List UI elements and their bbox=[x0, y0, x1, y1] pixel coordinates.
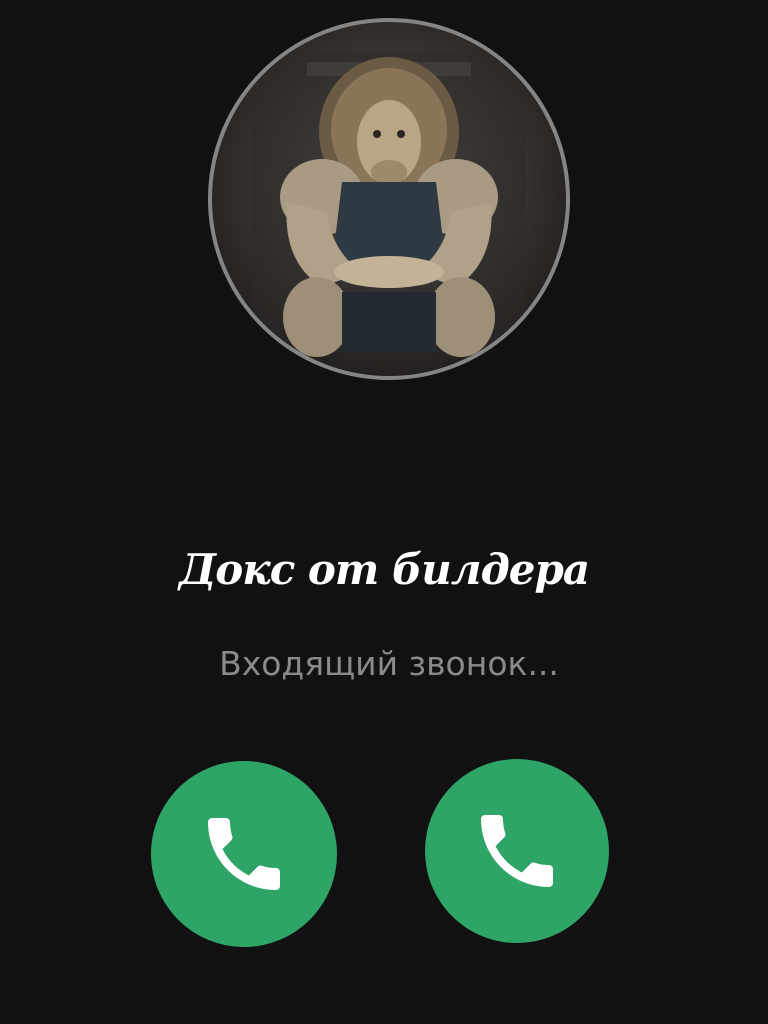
answer-call-button[interactable] bbox=[151, 761, 337, 947]
answer-call-button-secondary[interactable] bbox=[425, 759, 609, 943]
caller-avatar bbox=[208, 18, 570, 380]
lion-bodybuilder-avatar-icon bbox=[252, 52, 526, 357]
call-status: Входящий звонок... bbox=[219, 644, 559, 683]
incoming-call-screen: Докс от билдера Входящий звонок... bbox=[0, 0, 768, 1024]
phone-icon bbox=[481, 815, 553, 887]
phone-icon bbox=[208, 818, 280, 890]
caller-name: Докс от билдера bbox=[178, 545, 590, 594]
